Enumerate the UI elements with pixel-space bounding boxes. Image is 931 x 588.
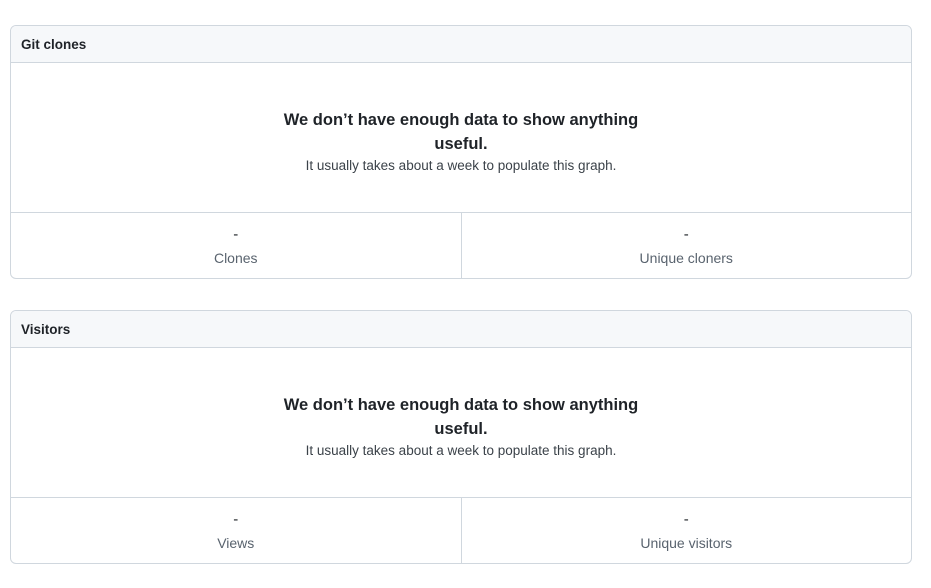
git-clones-title: Git clones: [21, 36, 87, 52]
git-clones-empty-title: We don’t have enough data to show anythi…: [283, 110, 639, 153]
visitors-empty-subtitle: It usually takes about a week to populat…: [305, 442, 617, 458]
visitors-empty-state: We don’t have enough data to show anythi…: [11, 348, 911, 498]
views-stat: - Views: [11, 498, 461, 563]
unique-cloners-count: -: [683, 225, 689, 243]
git-clones-stats: - Clones - Unique cloners: [11, 213, 911, 278]
visitors-panel: Visitors We don’t have enough data to sh…: [10, 310, 912, 564]
clones-label: Clones: [213, 249, 258, 266]
clones-count: -: [233, 225, 239, 243]
git-clones-panel: Git clones We don’t have enough data to …: [10, 25, 912, 279]
unique-cloners-stat: - Unique cloners: [460, 213, 912, 278]
clones-stat: - Clones: [11, 213, 461, 278]
views-count: -: [233, 510, 239, 528]
visitors-empty-title: We don’t have enough data to show anythi…: [283, 395, 639, 438]
unique-visitors-count: -: [683, 510, 689, 528]
git-clones-header: Git clones: [11, 26, 911, 63]
unique-visitors-label: Unique visitors: [640, 534, 733, 551]
unique-visitors-stat: - Unique visitors: [460, 498, 912, 563]
visitors-title: Visitors: [21, 321, 71, 337]
git-clones-empty-subtitle: It usually takes about a week to populat…: [305, 157, 617, 173]
visitors-stats: - Views - Unique visitors: [11, 498, 911, 563]
git-clones-empty-state: We don’t have enough data to show anythi…: [11, 63, 911, 213]
visitors-header: Visitors: [11, 311, 911, 348]
views-label: Views: [217, 534, 255, 551]
unique-cloners-label: Unique cloners: [639, 249, 733, 266]
